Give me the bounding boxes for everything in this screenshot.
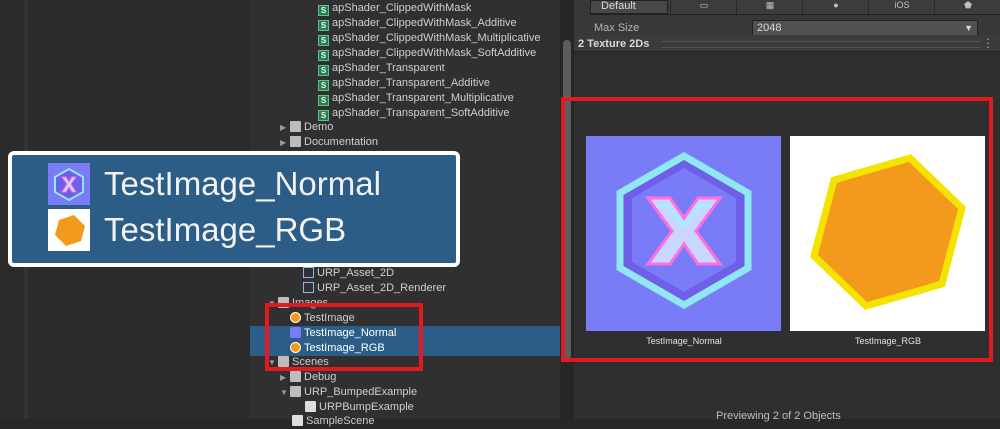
renderer-asset-icon bbox=[303, 282, 314, 293]
shader-icon: S bbox=[318, 5, 329, 16]
tab-default[interactable]: Default bbox=[590, 0, 668, 14]
folder-open-icon bbox=[290, 386, 301, 397]
tree-item-folder[interactable]: ▼ URP_BumpedExample bbox=[280, 385, 417, 400]
max-size-dropdown[interactable]: 2048 ▼ bbox=[752, 20, 978, 36]
tree-item-shader[interactable]: SapShader_Transparent_Multiplicative bbox=[318, 91, 514, 106]
render-pipeline-asset-icon bbox=[303, 267, 314, 278]
tree-item-shader[interactable]: SapShader_ClippedWithMask_SoftAdditive bbox=[318, 46, 536, 61]
tree-item-shader[interactable]: SapShader_ClippedWithMask_Additive bbox=[318, 16, 517, 31]
shader-icon: S bbox=[318, 50, 329, 61]
preview-menu-icon[interactable]: ⋮ bbox=[982, 37, 996, 49]
expand-arrow-icon[interactable]: ▶ bbox=[280, 135, 290, 150]
texture-normal-icon bbox=[48, 163, 90, 205]
folder-icon bbox=[290, 121, 301, 132]
tree-item-asset[interactable]: URP_Asset_2D bbox=[303, 266, 394, 281]
preview-highlight-box bbox=[561, 97, 993, 362]
grid-icon: ▦ bbox=[765, 0, 775, 10]
tree-item-folder[interactable]: ▶ Documentation bbox=[280, 135, 378, 150]
texture-rgb-icon bbox=[48, 209, 90, 251]
shader-icon: S bbox=[318, 95, 329, 106]
tree-item-shader[interactable]: SapShader_Transparent_Additive bbox=[318, 76, 490, 91]
tab-platform-ios[interactable]: iOS bbox=[868, 0, 935, 14]
preview-title: 2 Texture 2Ds bbox=[578, 38, 650, 50]
chevron-down-icon: ▼ bbox=[964, 23, 973, 33]
shader-icon: S bbox=[318, 65, 329, 76]
tree-item-folder[interactable]: ▶ Demo bbox=[280, 120, 333, 135]
scene-icon bbox=[305, 401, 316, 412]
tab-platform-standalone[interactable]: ▭ bbox=[670, 0, 737, 14]
zoom-callout: TestImage_Normal TestImage_RGB bbox=[8, 151, 460, 267]
tree-item-shader[interactable]: SapShader_ClippedWithMask_Multiplicative bbox=[318, 31, 541, 46]
collapse-arrow-icon[interactable]: ▼ bbox=[280, 385, 290, 400]
android-icon: ● bbox=[833, 0, 839, 10]
html5-icon: ⬟ bbox=[964, 0, 972, 10]
tree-highlight-box bbox=[265, 303, 423, 371]
expand-arrow-icon[interactable]: ▶ bbox=[280, 120, 290, 135]
tree-item-shader[interactable]: SapShader_ClippedWithMask bbox=[318, 1, 471, 16]
scene-icon bbox=[292, 415, 303, 426]
shader-icon: S bbox=[318, 35, 329, 46]
tree-item-folder[interactable]: ▶ Debug bbox=[280, 370, 336, 385]
preview-resize-grip[interactable] bbox=[662, 41, 980, 48]
tree-item-shader[interactable]: SapShader_Transparent_SoftAdditive bbox=[318, 106, 510, 121]
tree-item-scene[interactable]: URPBumpExample bbox=[305, 400, 414, 415]
folder-icon bbox=[290, 136, 301, 147]
tree-item-asset[interactable]: URP_Asset_2D_Renderer bbox=[303, 281, 446, 296]
monitor-icon: ▭ bbox=[699, 0, 709, 10]
tab-platform-webgl[interactable]: ⬟ bbox=[934, 0, 1000, 14]
tree-item-scene[interactable]: SampleScene bbox=[292, 414, 375, 429]
folder-icon bbox=[290, 371, 301, 382]
max-size-label: Max Size bbox=[594, 22, 640, 34]
tab-platform-android[interactable]: ● bbox=[802, 0, 869, 14]
shader-icon: S bbox=[318, 20, 329, 31]
preview-status: Previewing 2 of 2 Objects bbox=[716, 410, 841, 422]
tree-item-shader[interactable]: SapShader_Transparent bbox=[318, 61, 445, 76]
shader-icon: S bbox=[318, 80, 329, 91]
expand-arrow-icon[interactable]: ▶ bbox=[280, 370, 290, 385]
tab-platform-windows-store[interactable]: ▦ bbox=[736, 0, 803, 14]
